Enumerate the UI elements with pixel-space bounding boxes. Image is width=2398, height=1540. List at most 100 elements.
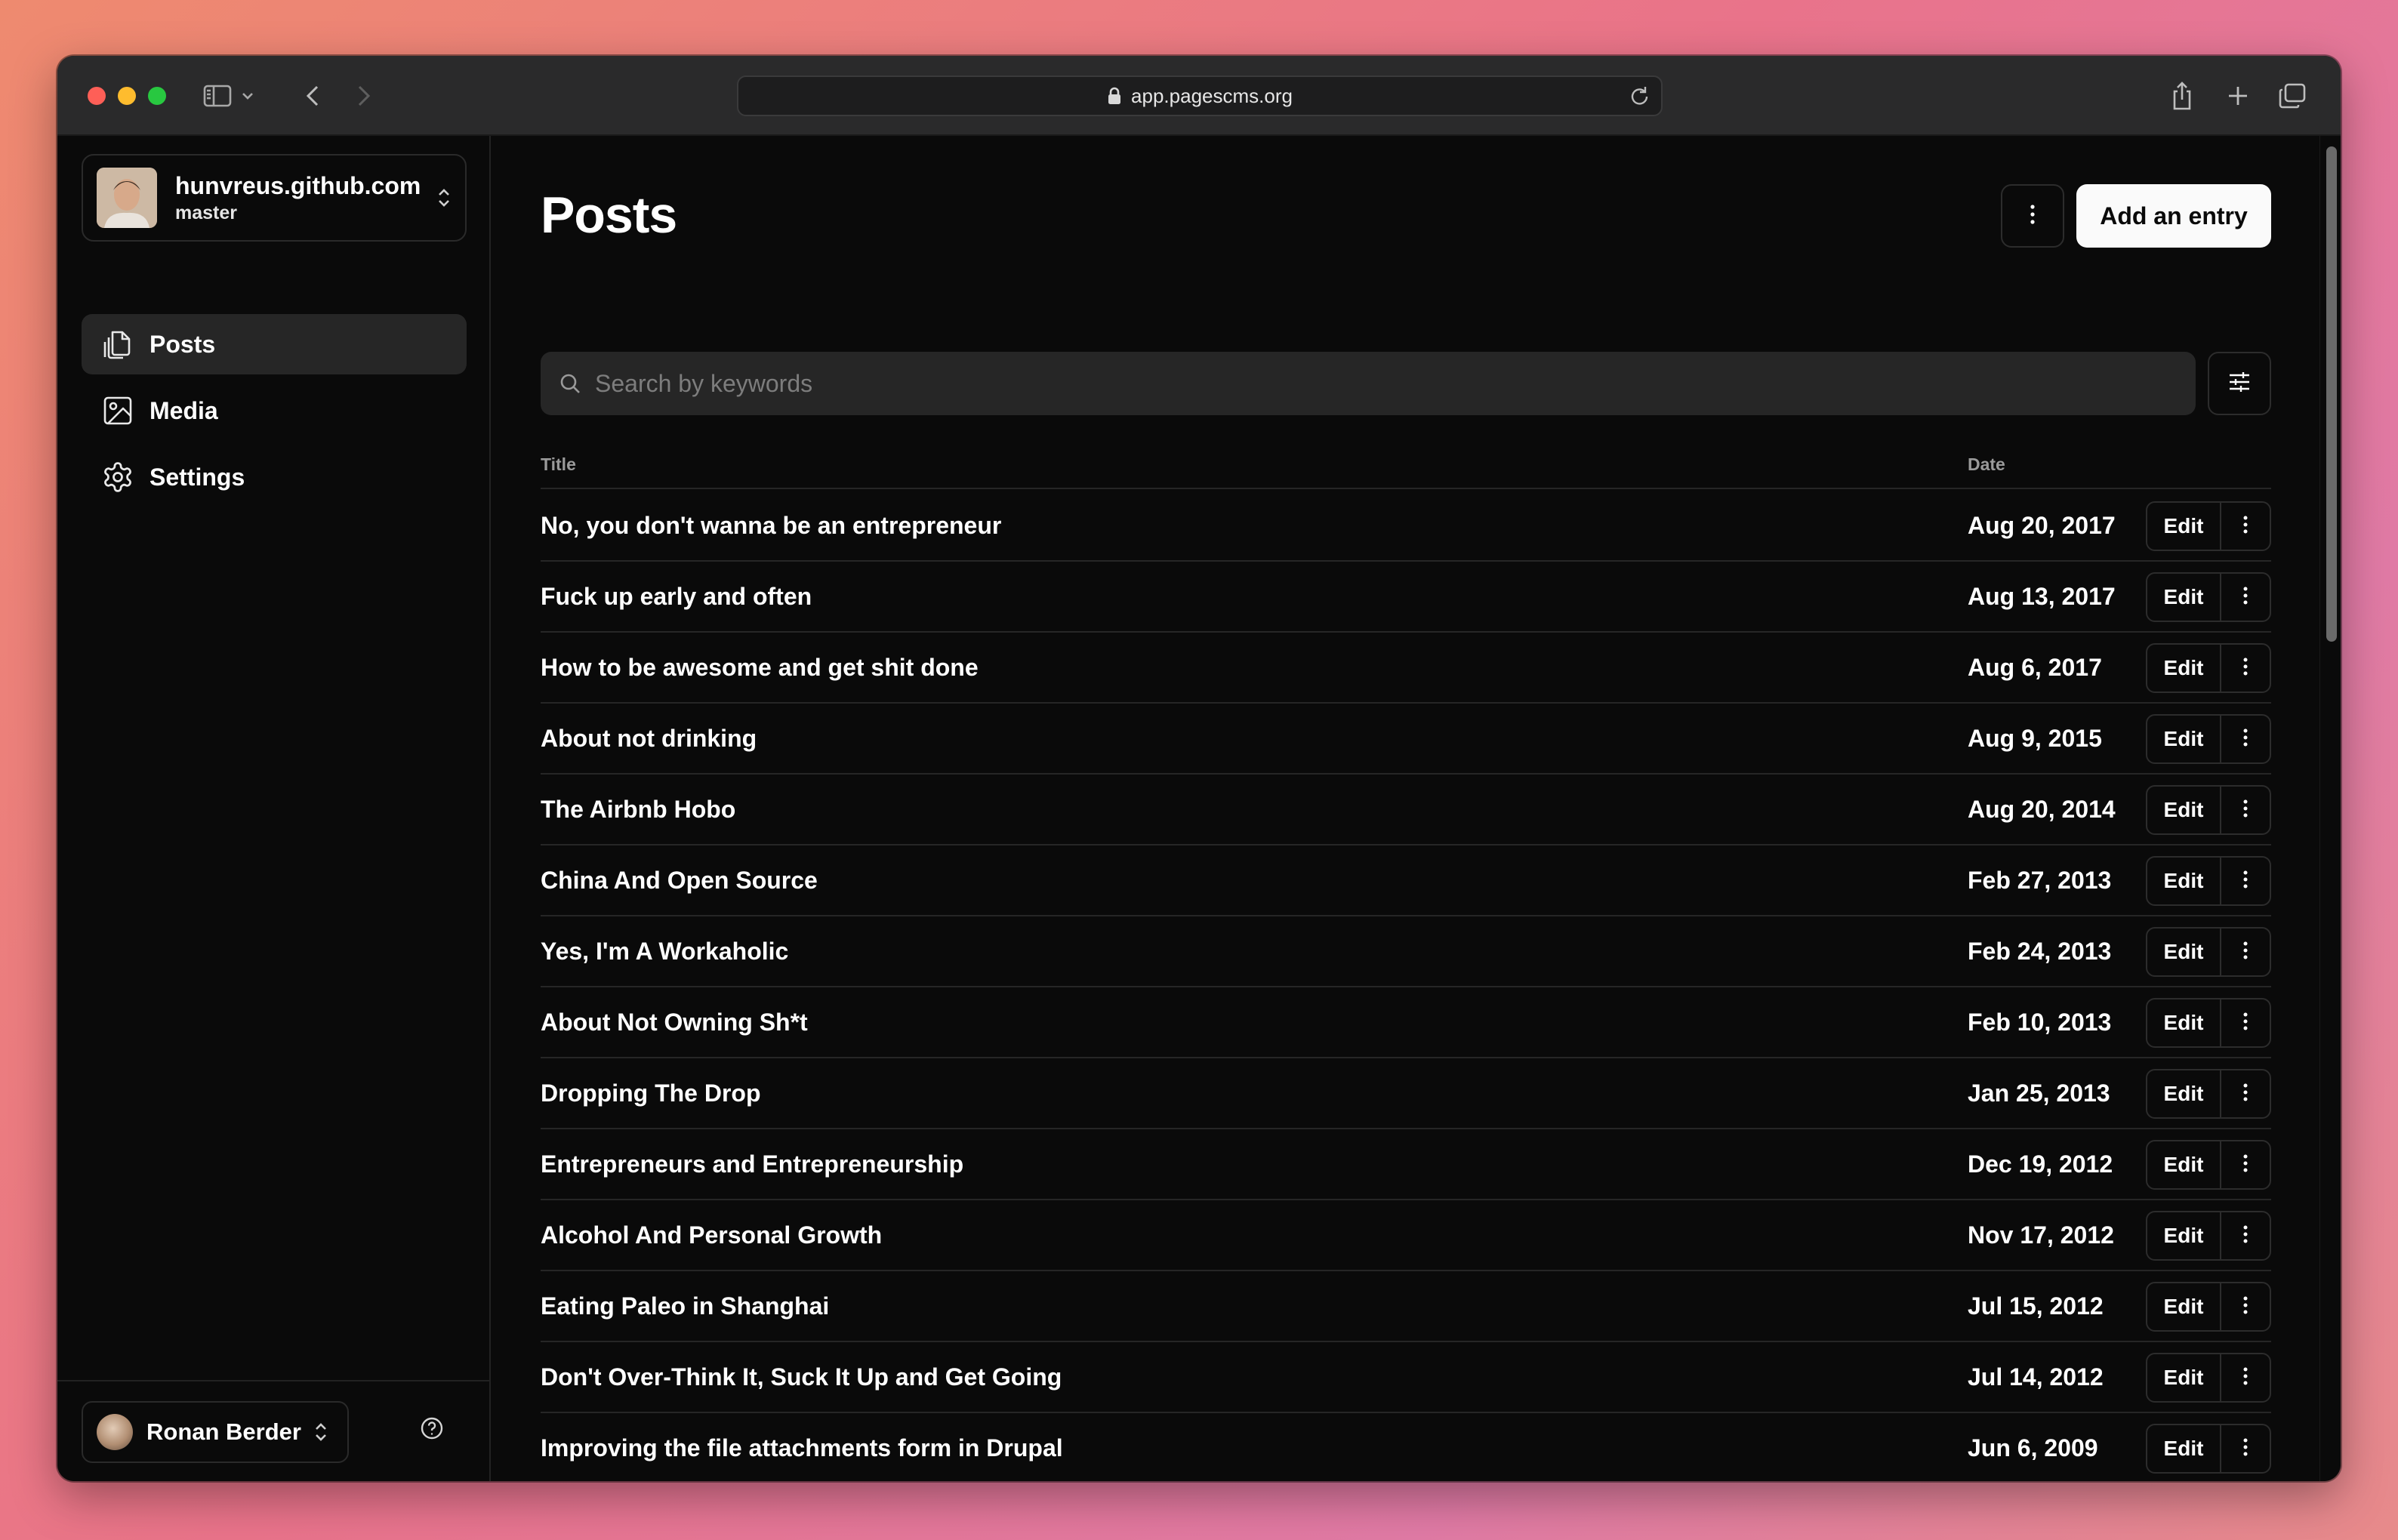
add-entry-button[interactable]: Add an entry [2076,184,2271,248]
row-more-button[interactable] [2221,1070,2270,1117]
sidebar-item-media[interactable]: Media [82,380,467,441]
edit-button[interactable]: Edit [2147,1283,2221,1330]
post-title[interactable]: Don't Over-Think It, Suck It Up and Get … [541,1363,1062,1391]
address-bar[interactable]: app.pagescms.org [737,75,1663,116]
kebab-icon [2242,657,2249,680]
row-actions: Edit [2146,572,2271,622]
sidebar-toggle-icon[interactable] [201,77,234,115]
post-title[interactable]: About not drinking [541,725,757,753]
table-row[interactable]: About Not Owning Sh*t Feb 10, 2013 Edit [541,987,2271,1058]
post-title[interactable]: Improving the file attachments form in D… [541,1434,1063,1462]
row-actions: Edit [2146,1140,2271,1190]
column-header-title[interactable]: Title [541,454,576,475]
row-more-button[interactable] [2221,1283,2270,1330]
close-window-button[interactable] [88,87,106,105]
edit-button[interactable]: Edit [2147,858,2221,904]
posts-table: No, you don't wanna be an entrepreneur Au… [541,491,2271,1481]
row-more-button[interactable] [2221,787,2270,833]
edit-button[interactable]: Edit [2147,574,2221,621]
row-more-button[interactable] [2221,1141,2270,1188]
sidebar-item-settings[interactable]: Settings [82,447,467,507]
back-icon[interactable] [297,77,328,115]
row-more-button[interactable] [2221,1354,2270,1401]
post-title[interactable]: No, you don't wanna be an entrepreneur [541,512,1001,540]
row-more-button[interactable] [2221,1212,2270,1259]
edit-button[interactable]: Edit [2147,787,2221,833]
scrollbar-thumb[interactable] [2326,146,2337,642]
filter-button[interactable] [2208,352,2271,415]
edit-button[interactable]: Edit [2147,503,2221,550]
post-title[interactable]: Eating Paleo in Shanghai [541,1292,829,1320]
post-title[interactable]: About Not Owning Sh*t [541,1009,808,1036]
table-row[interactable]: Eating Paleo in Shanghai Jul 15, 2012 Edit [541,1271,2271,1342]
post-title[interactable]: Fuck up early and often [541,583,812,611]
row-more-button[interactable] [2221,645,2270,691]
table-row[interactable]: Alcohol And Personal Growth Nov 17, 2012 E… [541,1200,2271,1271]
search-input[interactable] [595,369,2178,398]
table-row[interactable]: About not drinking Aug 9, 2015 Edit [541,704,2271,775]
kebab-icon [2242,1012,2249,1035]
sidebar-footer: Ronan Berder [57,1380,489,1481]
row-more-button[interactable] [2221,1425,2270,1472]
post-title[interactable]: Entrepreneurs and Entrepreneurship [541,1150,963,1178]
table-row[interactable]: Fuck up early and often Aug 13, 2017 Edit [541,562,2271,633]
kebab-icon [2242,1295,2249,1319]
edit-button[interactable]: Edit [2147,645,2221,691]
kebab-icon [2242,1224,2249,1248]
sidebar-item-posts[interactable]: Posts [82,314,467,374]
scrollbar[interactable] [2319,136,2341,1481]
column-header-date[interactable]: Date [1968,454,2005,475]
row-more-button[interactable] [2221,503,2270,550]
edit-button[interactable]: Edit [2147,1212,2221,1259]
post-title[interactable]: The Airbnb Hobo [541,796,735,824]
row-actions: Edit [2146,1282,2271,1332]
post-title[interactable]: Yes, I'm A Workaholic [541,938,788,966]
post-title[interactable]: Alcohol And Personal Growth [541,1221,882,1249]
share-icon[interactable] [2167,77,2197,115]
more-options-button[interactable] [2001,184,2064,248]
edit-button[interactable]: Edit [2147,1070,2221,1117]
edit-button[interactable]: Edit [2147,1141,2221,1188]
lock-icon [1107,87,1122,105]
table-row[interactable]: Dropping The Drop Jan 25, 2013 Edit [541,1058,2271,1129]
zoom-window-button[interactable] [148,87,166,105]
edit-button[interactable]: Edit [2147,1354,2221,1401]
row-actions: Edit [2146,927,2271,977]
row-more-button[interactable] [2221,574,2270,621]
chevron-down-icon[interactable] [239,77,257,115]
table-row[interactable]: Improving the file attachments form in D… [541,1413,2271,1481]
row-more-button[interactable] [2221,858,2270,904]
table-row[interactable]: Entrepreneurs and Entrepreneurship Dec 19… [541,1129,2271,1200]
table-row[interactable]: No, you don't wanna be an entrepreneur Au… [541,491,2271,562]
table-row[interactable]: Don't Over-Think It, Suck It Up and Get … [541,1342,2271,1413]
search-bar[interactable] [541,352,2196,415]
help-icon[interactable] [420,1416,444,1444]
table-row[interactable]: Yes, I'm A Workaholic Feb 24, 2013 Edit [541,916,2271,987]
row-more-button[interactable] [2221,929,2270,975]
post-date: Aug 6, 2017 [1968,654,2102,681]
edit-button[interactable]: Edit [2147,1425,2221,1472]
repo-branch: master [175,202,237,223]
row-more-button[interactable] [2221,999,2270,1046]
edit-button[interactable]: Edit [2147,999,2221,1046]
post-date: Feb 24, 2013 [1968,938,2112,965]
post-title[interactable]: Dropping The Drop [541,1080,761,1107]
repo-switcher[interactable]: hunvreus.github.com master [82,154,467,242]
forward-icon[interactable] [349,77,379,115]
table-row[interactable]: How to be awesome and get shit done Aug 6… [541,633,2271,704]
table-row[interactable]: The Airbnb Hobo Aug 20, 2014 Edit [541,775,2271,845]
address-url: app.pagescms.org [1131,84,1293,107]
table-row[interactable]: China And Open Source Feb 27, 2013 Edit [541,845,2271,916]
kebab-icon [2242,728,2249,751]
user-switcher[interactable]: Ronan Berder [82,1401,349,1463]
post-title[interactable]: How to be awesome and get shit done [541,654,979,682]
tab-overview-icon[interactable] [2276,77,2309,115]
edit-button[interactable]: Edit [2147,716,2221,762]
minimize-window-button[interactable] [118,87,136,105]
row-more-button[interactable] [2221,716,2270,762]
edit-button[interactable]: Edit [2147,929,2221,975]
post-title[interactable]: China And Open Source [541,867,818,895]
main-content: Posts Add an entry Title Date No, you do… [492,136,2319,1481]
new-tab-icon[interactable] [2223,77,2253,115]
reload-icon[interactable] [1629,85,1651,112]
